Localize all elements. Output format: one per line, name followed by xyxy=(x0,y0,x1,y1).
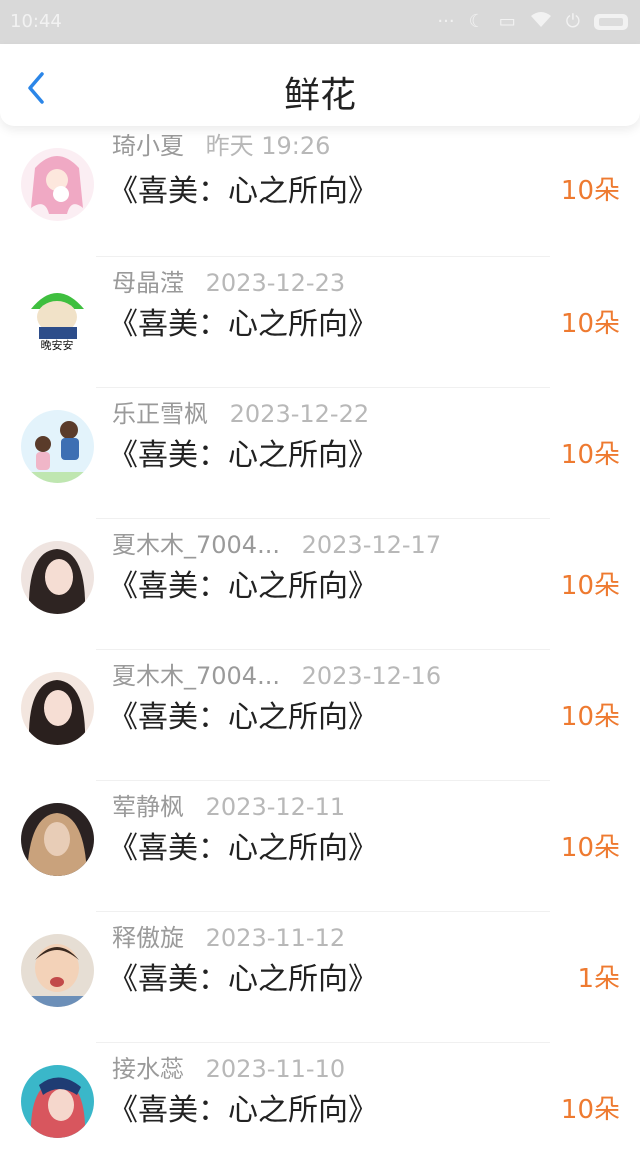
avatar[interactable]: 晚安安 xyxy=(21,279,94,352)
avatar[interactable] xyxy=(21,803,94,876)
item-date: 2023-12-16 xyxy=(301,662,442,690)
flower-count: 10朵 xyxy=(560,833,620,863)
sim-icon: ▭ xyxy=(498,11,516,32)
item-date: 2023-12-22 xyxy=(229,400,370,428)
flower-count: 10朵 xyxy=(560,176,620,206)
book-title[interactable]: 《喜美：心之所向》 xyxy=(108,430,378,474)
flower-count: 10朵 xyxy=(560,571,620,601)
user-name[interactable]: 夏木木_7004... xyxy=(112,656,280,691)
portrait-avatar-image xyxy=(21,672,94,745)
book-title[interactable]: 《喜美：心之所向》 xyxy=(108,823,378,867)
child-photo-avatar-image xyxy=(21,934,94,1007)
list-item[interactable]: 释傲旋 2023-11-12 《喜美：心之所向》 1朵 xyxy=(0,912,640,1043)
item-meta: 夏木木_7004... 2023-12-16 xyxy=(112,656,441,691)
flower-count: 10朵 xyxy=(560,1095,620,1125)
item-meta: 接水蕊 2023-11-10 xyxy=(112,1049,345,1084)
meme-avatar-image: 晚安安 xyxy=(21,279,94,352)
flower-count: 10朵 xyxy=(560,309,620,339)
item-date: 2023-11-10 xyxy=(205,1055,346,1083)
user-name[interactable]: 乐正雪枫 xyxy=(112,394,208,429)
portrait-avatar-image xyxy=(21,541,94,614)
list-item[interactable]: 夏木木_7004... 2023-12-17 《喜美：心之所向》 10朵 xyxy=(0,519,640,650)
page-title: 鲜花 xyxy=(283,75,356,116)
book-title[interactable]: 《喜美：心之所向》 xyxy=(108,166,378,210)
user-name[interactable]: 琦小夏 xyxy=(112,126,184,161)
flower-count: 10朵 xyxy=(560,440,620,470)
item-date: 2023-11-12 xyxy=(205,924,346,952)
item-date: 2023-12-23 xyxy=(205,269,346,297)
anime-girl-avatar-image xyxy=(21,148,94,221)
avatar[interactable] xyxy=(21,148,94,221)
book-title[interactable]: 《喜美：心之所向》 xyxy=(108,954,378,998)
item-meta: 夏木木_7004... 2023-12-17 xyxy=(112,525,441,560)
user-name[interactable]: 接水蕊 xyxy=(112,1049,184,1084)
cartoon-kids-avatar-image xyxy=(21,410,94,483)
avatar[interactable] xyxy=(21,541,94,614)
book-title[interactable]: 《喜美：心之所向》 xyxy=(108,299,378,343)
alarm-icon: ⏻ xyxy=(565,11,580,32)
list-item[interactable]: 接水蕊 2023-11-10 《喜美：心之所向》 10朵 xyxy=(0,1043,640,1174)
book-title[interactable]: 《喜美：心之所向》 xyxy=(108,692,378,736)
item-date: 昨天 19:26 xyxy=(205,132,331,160)
user-name[interactable]: 母晶滢 xyxy=(112,263,184,298)
item-meta: 乐正雪枫 2023-12-22 xyxy=(112,394,369,429)
illustrated-avatar-image xyxy=(21,1065,94,1138)
item-date: 2023-12-17 xyxy=(301,531,442,559)
flower-count: 10朵 xyxy=(560,702,620,732)
avatar[interactable] xyxy=(21,934,94,1007)
flower-list: 琦小夏 昨天 19:26 《喜美：心之所向》 10朵 晚安安 母晶滢 2023-… xyxy=(0,126,640,1174)
item-meta: 释傲旋 2023-11-12 xyxy=(112,918,345,953)
avatar[interactable] xyxy=(21,410,94,483)
moon-icon: ☾ xyxy=(468,11,485,32)
status-bar: 10:44 ··· ☾ ▭ ⏻ xyxy=(0,0,640,44)
list-item[interactable]: 晚安安 母晶滢 2023-12-23 《喜美：心之所向》 10朵 xyxy=(0,257,640,388)
item-meta: 荤静枫 2023-12-11 xyxy=(112,787,345,822)
dots-icon: ··· xyxy=(437,11,455,32)
top-nav-bar: 鲜花 xyxy=(0,44,640,126)
avatar[interactable] xyxy=(21,672,94,745)
item-date: 2023-12-11 xyxy=(205,793,346,821)
list-item[interactable]: 琦小夏 昨天 19:26 《喜美：心之所向》 10朵 xyxy=(0,126,640,257)
item-meta: 母晶滢 2023-12-23 xyxy=(112,263,345,298)
user-name[interactable]: 夏木木_7004... xyxy=(112,525,280,560)
wifi-icon xyxy=(530,10,552,33)
book-title[interactable]: 《喜美：心之所向》 xyxy=(108,561,378,605)
avatar-caption: 晚安安 xyxy=(41,338,74,352)
user-name[interactable]: 释傲旋 xyxy=(112,918,184,953)
flower-count: 1朵 xyxy=(577,964,620,994)
book-title[interactable]: 《喜美：心之所向》 xyxy=(108,1085,378,1129)
item-meta: 琦小夏 昨天 19:26 xyxy=(112,126,330,161)
list-item[interactable]: 荤静枫 2023-12-11 《喜美：心之所向》 10朵 xyxy=(0,781,640,912)
battery-icon xyxy=(594,13,628,30)
avatar[interactable] xyxy=(21,1065,94,1138)
portrait-avatar-image xyxy=(21,803,94,876)
list-item[interactable]: 夏木木_7004... 2023-12-16 《喜美：心之所向》 10朵 xyxy=(0,650,640,781)
user-name[interactable]: 荤静枫 xyxy=(112,787,184,822)
status-time: 10:44 xyxy=(10,11,62,32)
status-icons: ··· ☾ ▭ ⏻ xyxy=(437,10,628,33)
list-item[interactable]: 乐正雪枫 2023-12-22 《喜美：心之所向》 10朵 xyxy=(0,388,640,519)
